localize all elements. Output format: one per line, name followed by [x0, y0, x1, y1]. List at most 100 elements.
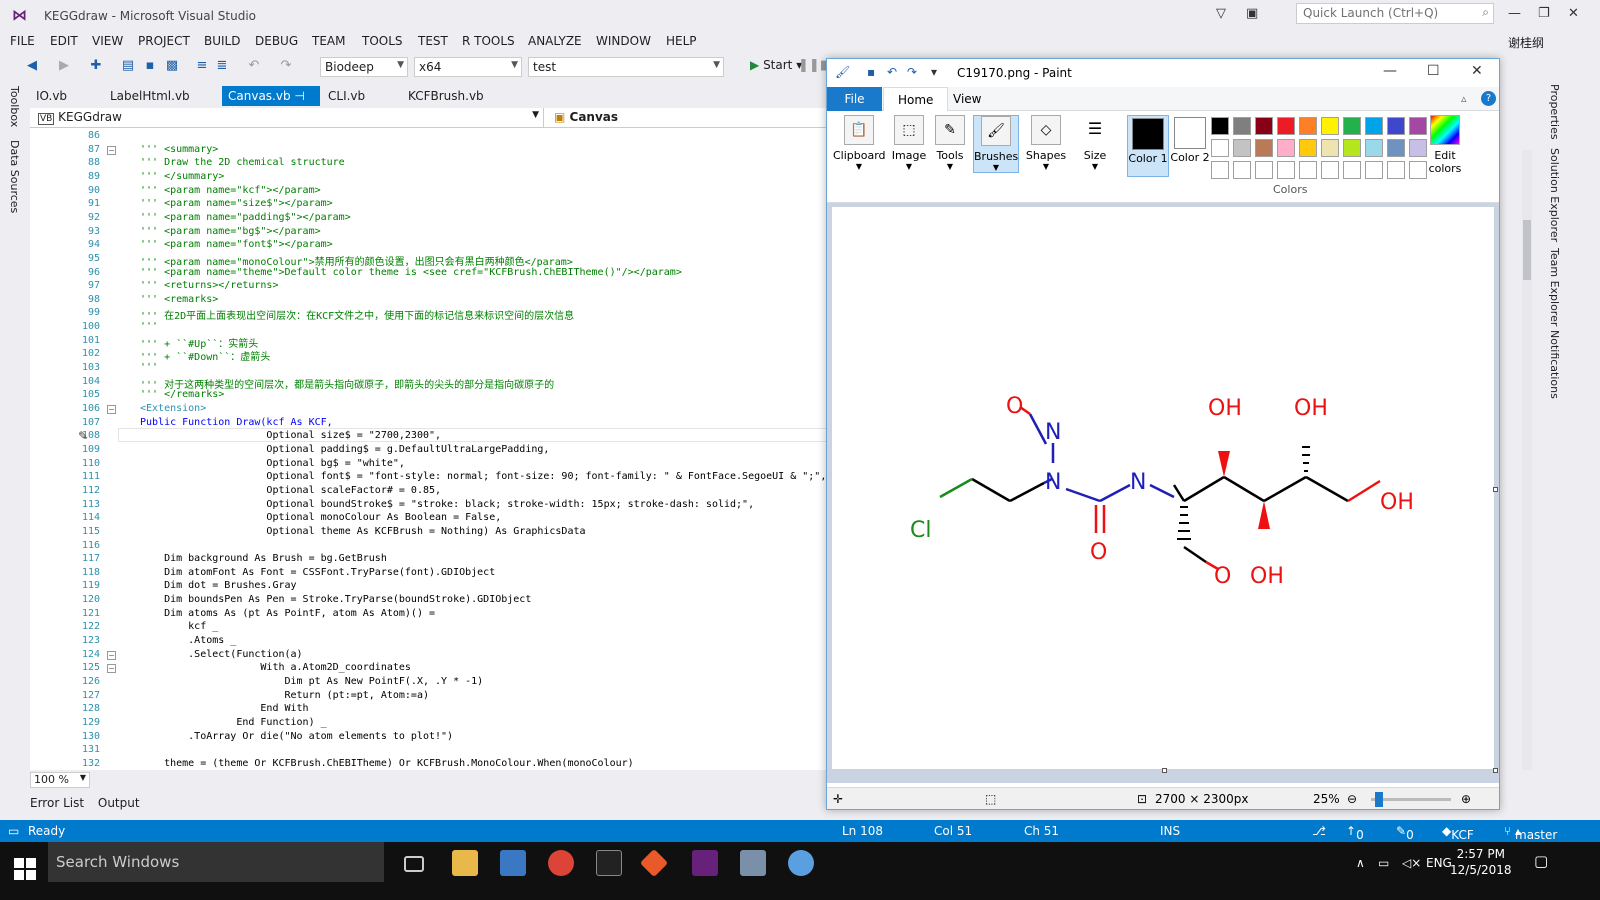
output-tab[interactable]: Output — [98, 796, 140, 810]
palette-swatch[interactable] — [1277, 139, 1295, 157]
palette-swatch[interactable] — [1365, 139, 1383, 157]
zoom-slider-thumb[interactable] — [1375, 792, 1383, 807]
code-line[interactable]: ''' — [140, 362, 158, 373]
fold-toggle-icon[interactable]: − — [107, 650, 116, 660]
save-icon[interactable]: ▪ — [142, 58, 158, 74]
palette-swatch[interactable] — [1299, 139, 1317, 157]
custom-color-slot[interactable] — [1387, 161, 1405, 179]
scrollbar-thumb[interactable] — [1523, 220, 1531, 280]
target-combo[interactable]: test ▼ — [528, 57, 724, 77]
vertical-scrollbar[interactable] — [1522, 150, 1532, 770]
code-line[interactable]: <Extension> — [140, 403, 206, 414]
fold-toggle-icon[interactable]: − — [107, 145, 116, 155]
zoom-slider[interactable] — [1371, 792, 1451, 807]
menu-view[interactable]: VIEW — [92, 34, 123, 48]
redo-icon[interactable]: ↷ — [278, 58, 294, 74]
color2-button[interactable]: Color 2 — [1169, 115, 1211, 177]
code-line[interactable]: ''' 在2D平面上面表现出空间层次：在KCF文件之中，使用下面的标记信息来标识… — [140, 307, 574, 322]
redo-icon[interactable]: ↷ — [907, 65, 917, 79]
code-line[interactable]: ''' <param name="kcf"></param> — [140, 185, 321, 196]
resize-handle[interactable] — [1493, 487, 1498, 492]
tab-io[interactable]: IO.vb — [30, 86, 73, 106]
code-line[interactable]: ''' <param name="bg$"></param> — [140, 226, 321, 237]
code-line[interactable]: Optional boundStroke$ = "stroke: black; … — [140, 499, 754, 510]
tab-canvas[interactable]: Canvas.vb ⊣ ✕ — [222, 86, 320, 117]
palette-swatch[interactable] — [1387, 139, 1405, 157]
menu-test[interactable]: TEST — [418, 34, 448, 48]
minimize-button[interactable]: — — [1383, 63, 1397, 79]
palette-swatch[interactable] — [1211, 117, 1229, 135]
save-all-icon[interactable]: ▩ — [164, 58, 180, 74]
code-line[interactable]: Dim atoms As (pt As PointF, atom As Atom… — [140, 608, 435, 619]
view-tab[interactable]: View — [953, 92, 981, 106]
brushes-group[interactable]: 🖌 Brushes ▼ — [973, 115, 1019, 173]
code-line[interactable]: theme = (theme Or KCFBrush.ChEBITheme) O… — [140, 758, 634, 769]
menu-window[interactable]: WINDOW — [596, 34, 651, 48]
custom-color-slot[interactable] — [1299, 161, 1317, 179]
new-project-icon[interactable]: ✚ — [88, 58, 104, 74]
palette-swatch[interactable] — [1233, 139, 1251, 157]
member-nav-dropdown[interactable]: ▣ Canvas — [550, 108, 840, 127]
customize-qat-icon[interactable]: ▾ — [931, 65, 937, 79]
git-icon[interactable]: ⎇ — [1312, 824, 1326, 838]
code-line[interactable]: ''' — [140, 321, 158, 332]
tab-kcfbrush[interactable]: KCFBrush.vb — [402, 86, 490, 106]
project-combo[interactable]: Biodeep ▼ — [320, 57, 408, 77]
save-icon[interactable]: ▪ — [867, 65, 875, 79]
action-center-icon[interactable]: ▢ — [1534, 852, 1548, 870]
platform-combo[interactable]: x64 ▼ — [414, 57, 522, 77]
menu-help[interactable]: HELP — [666, 34, 697, 48]
comment-icon[interactable]: ≣ — [214, 58, 230, 74]
fold-toggle-icon[interactable]: − — [107, 405, 116, 414]
visual-studio-icon[interactable] — [692, 850, 718, 876]
palette-swatch[interactable] — [1321, 139, 1339, 157]
resize-handle[interactable] — [1162, 768, 1167, 773]
code-line[interactable]: kcf _ — [140, 621, 218, 632]
search-windows-input[interactable]: Search Windows — [48, 842, 384, 882]
solution-explorer-tab[interactable]: Solution Explorer — [1548, 148, 1561, 242]
chrome-icon[interactable] — [548, 850, 574, 876]
pending-edits[interactable]: ✎ 0 — [1396, 824, 1414, 842]
menu-build[interactable]: BUILD — [204, 34, 240, 48]
code-line[interactable]: ''' </remarks> — [140, 389, 224, 400]
code-line[interactable]: .ToArray Or die("No atom elements to plo… — [140, 731, 453, 742]
code-line[interactable]: ''' + ``#Down``：虚箭头 — [140, 348, 270, 363]
task-view-icon[interactable] — [404, 856, 424, 872]
zoom-combo[interactable]: 100 % ▼ — [30, 772, 90, 788]
palette-swatch[interactable] — [1343, 139, 1361, 157]
palette-swatch[interactable] — [1321, 117, 1339, 135]
volume-icon[interactable]: ◁× — [1402, 856, 1421, 870]
code-line[interactable]: End With — [140, 703, 308, 714]
restore-button[interactable]: ❐ — [1538, 6, 1550, 21]
publish-count[interactable]: ↑ 0 — [1346, 824, 1364, 842]
menu-edit[interactable]: EDIT — [50, 34, 78, 48]
code-editor[interactable]: 86 87−88 89 90 91 92 93 94 95 96 97 98 99 100 101 102 10… — [30, 128, 845, 770]
custom-color-slot[interactable] — [1321, 161, 1339, 179]
menu-debug[interactable]: DEBUG — [255, 34, 298, 48]
image-group[interactable]: ⬚ Image ▼ — [889, 115, 929, 171]
close-button[interactable]: ✕ — [1568, 6, 1579, 21]
notification-icon[interactable]: ▣ — [1246, 6, 1258, 21]
code-line[interactable]: End Function) _ — [140, 717, 326, 728]
toolbox-tab[interactable]: Toolbox — [8, 86, 21, 127]
minimize-button[interactable]: — — [1508, 6, 1521, 21]
menu-team[interactable]: TEAM — [312, 34, 345, 48]
code-line[interactable]: Dim boundsPen As Pen = Stroke.TryParse(b… — [140, 594, 531, 605]
user-account[interactable]: 谢桂纲 — [1508, 34, 1544, 51]
code-line[interactable]: ''' <param name="size$"></param> — [140, 198, 333, 209]
paint-icon[interactable] — [788, 850, 814, 876]
code-line[interactable]: Return (pt:=pt, Atom:=a) — [140, 690, 429, 701]
collapse-ribbon-icon[interactable]: ▵ — [1461, 92, 1467, 105]
palette-swatch[interactable] — [1255, 139, 1273, 157]
data-sources-tab[interactable]: Data Sources — [8, 140, 21, 213]
code-line[interactable]: ''' Draw the 2D chemical structure — [140, 157, 345, 168]
properties-tab[interactable]: Properties — [1548, 84, 1561, 140]
custom-color-slot[interactable] — [1233, 161, 1251, 179]
palette-swatch[interactable] — [1387, 117, 1405, 135]
tray-chevron-icon[interactable]: ∧ — [1356, 856, 1365, 870]
palette-swatch[interactable] — [1343, 117, 1361, 135]
code-line[interactable]: With a.Atom2D_coordinates — [140, 662, 411, 673]
shapes-group[interactable]: ◇ Shapes ▼ — [1025, 115, 1067, 171]
palette-swatch[interactable] — [1277, 117, 1295, 135]
code-line[interactable]: ''' <remarks> — [140, 294, 218, 305]
